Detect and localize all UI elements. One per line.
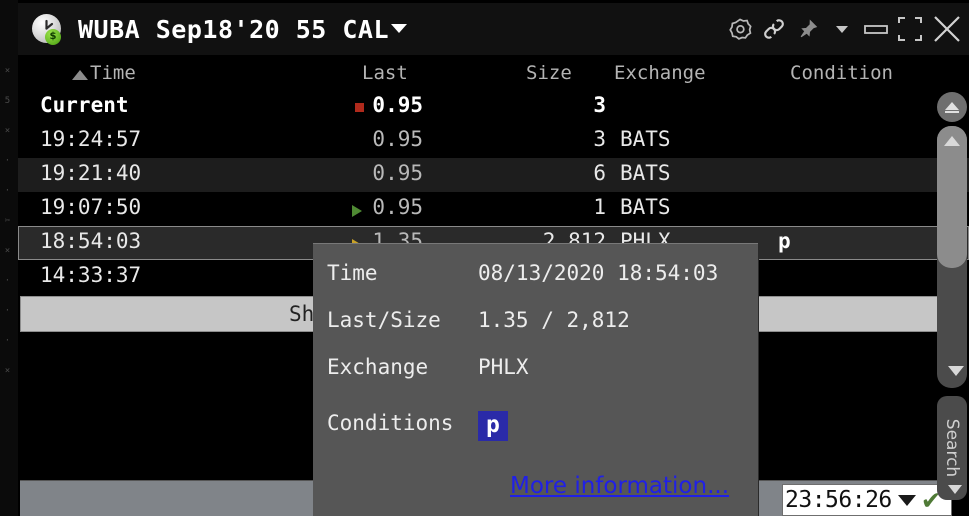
table-row[interactable]: 19:24:57 0.95 3 BATS xyxy=(18,124,969,158)
column-header-condition[interactable]: Condition xyxy=(790,62,893,84)
app-icon-badge: $ xyxy=(45,29,61,45)
column-header-exchange[interactable]: Exchange xyxy=(614,62,706,84)
tooltip-value-conditions-wrap: p xyxy=(478,411,508,442)
cell-time: 19:07:50 xyxy=(40,195,142,219)
cell-last: 0.95 xyxy=(372,195,423,219)
column-header-size[interactable]: Size xyxy=(526,62,572,84)
cell-time: 19:21:40 xyxy=(40,161,142,185)
table-row[interactable]: 19:07:50 0.95 1 BATS xyxy=(18,192,969,226)
cell-time: 14:33:37 xyxy=(40,263,142,287)
maximize-button[interactable] xyxy=(893,9,927,49)
tooltip-field-last-size: Last/Size 1.35 / 2,812 xyxy=(313,308,758,338)
cell-size: 3 xyxy=(593,127,606,151)
tooltip-value-last-size: 1.35 / 2,812 xyxy=(478,308,630,332)
cell-exchange: BATS xyxy=(620,161,671,185)
app-icon: $ xyxy=(30,12,64,46)
table-column-headers: Time Last Size Exchange Condition xyxy=(18,58,969,90)
trade-detail-tooltip: Time 08/13/2020 18:54:03 Last/Size 1.35 … xyxy=(313,243,758,516)
column-header-time[interactable]: Time xyxy=(90,62,136,84)
time-filter-input[interactable]: 23:56:26 ✔ xyxy=(782,484,952,516)
scroll-up-arrow-icon[interactable] xyxy=(944,136,960,146)
tooltip-label-last-size: Last/Size xyxy=(327,308,441,332)
pin-icon[interactable] xyxy=(791,9,825,49)
table-row[interactable]: Current 0.95 3 xyxy=(18,90,969,124)
cell-size: 1 xyxy=(593,195,606,219)
scroll-to-top-button[interactable] xyxy=(937,92,967,122)
tooltip-value-exchange: PHLX xyxy=(478,355,529,379)
tooltip-label-conditions: Conditions xyxy=(327,411,454,435)
time-filter-value: 23:56:26 xyxy=(785,487,892,513)
uptick-arrow-icon xyxy=(352,205,362,217)
time-filter-chevron-down-icon[interactable] xyxy=(897,494,916,506)
desktop-left-strip: × 5 × · · ✂ × · · · × xyxy=(0,0,18,516)
right-rail: Search xyxy=(933,0,969,516)
scrollbar-thumb[interactable] xyxy=(937,126,967,268)
table-row[interactable]: 19:21:40 0.95 6 BATS xyxy=(18,158,969,192)
search-side-tab[interactable]: Search xyxy=(937,396,967,500)
cell-time: 18:54:03 xyxy=(40,229,142,253)
cell-time: 19:24:57 xyxy=(40,127,142,151)
cell-exchange: BATS xyxy=(620,127,671,151)
window-title: WUBA Sep18'20 55 CAL xyxy=(78,14,408,44)
titlebar-controls xyxy=(723,9,967,49)
menu-chevron-down-icon[interactable] xyxy=(825,9,859,49)
window-title-text: WUBA Sep18'20 55 CAL xyxy=(78,14,390,44)
background-window-glyphs: × 5 × · · ✂ × · · · × xyxy=(4,66,10,376)
tooltip-field-time: Time 08/13/2020 18:54:03 xyxy=(313,261,758,291)
window-titlebar: $ WUBA Sep18'20 55 CAL xyxy=(18,3,969,55)
condition-code-badge: p xyxy=(478,411,508,442)
search-chevron-down-icon[interactable] xyxy=(948,485,962,494)
settings-gear-icon[interactable] xyxy=(723,9,757,49)
scroll-down-arrow-icon[interactable] xyxy=(948,366,964,376)
scroll-to-top-icon xyxy=(945,102,959,113)
cell-time: Current xyxy=(40,93,129,117)
cell-last: 0.95 xyxy=(372,161,423,185)
tooltip-field-conditions: Conditions p xyxy=(313,411,758,442)
minimize-button[interactable] xyxy=(859,9,893,49)
tooltip-label-time: Time xyxy=(327,261,378,285)
cell-exchange: BATS xyxy=(620,195,671,219)
cell-size: 3 xyxy=(593,93,606,117)
cell-condition: p xyxy=(778,229,791,253)
downtick-square-icon xyxy=(355,103,364,112)
tooltip-label-exchange: Exchange xyxy=(327,355,429,379)
cell-last: 0.95 xyxy=(372,127,423,151)
tooltip-field-exchange: Exchange PHLX xyxy=(313,355,758,385)
more-information-link[interactable]: More information... xyxy=(510,473,729,499)
link-chain-icon[interactable] xyxy=(757,9,791,49)
column-header-last[interactable]: Last xyxy=(362,62,408,84)
vertical-scrollbar[interactable] xyxy=(937,126,967,388)
cell-last: 0.95 xyxy=(372,93,423,117)
tooltip-value-time: 08/13/2020 18:54:03 xyxy=(478,261,719,285)
screen: × 5 × · · ✂ × · · · × $ WUBA Sep18'20 55… xyxy=(0,0,969,516)
search-side-tab-label: Search xyxy=(942,418,962,478)
sort-ascending-icon[interactable] xyxy=(72,70,88,80)
title-chevron-down-icon[interactable] xyxy=(391,24,408,33)
cell-size: 6 xyxy=(593,161,606,185)
